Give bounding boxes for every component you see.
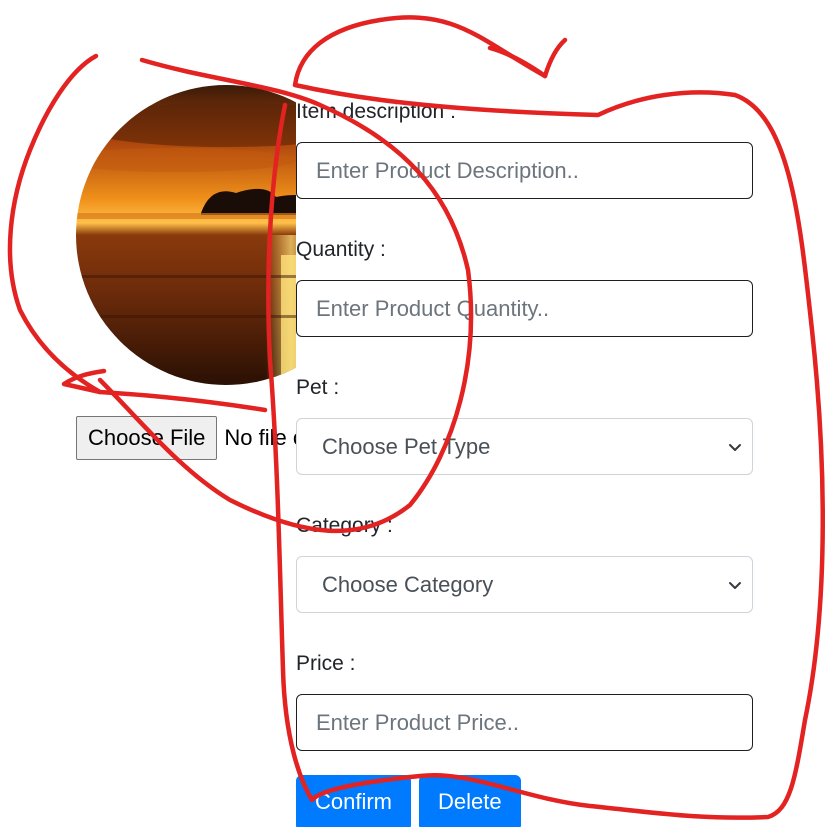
quantity-group: Quantity : Enter Product Quantity.. (296, 238, 753, 376)
choose-file-button[interactable]: Choose File (76, 416, 218, 460)
price-input[interactable]: Enter Product Price.. (296, 694, 753, 751)
pet-label: Pet : (296, 376, 340, 399)
category-group: Category : Choose Category (296, 514, 753, 652)
form-actions: Confirm Delete (296, 775, 521, 827)
chevron-down-icon (729, 581, 741, 589)
description-input[interactable]: Enter Product Description.. (296, 142, 753, 199)
product-form: Item description : Enter Product Descrip… (296, 100, 753, 790)
description-placeholder: Enter Product Description.. (316, 157, 579, 183)
pet-select[interactable]: Choose Pet Type (296, 418, 753, 475)
category-label: Category : (296, 514, 393, 537)
quantity-input[interactable]: Enter Product Quantity.. (296, 280, 753, 337)
category-select[interactable]: Choose Category (296, 556, 753, 613)
category-selected-value: Choose Category (322, 571, 494, 597)
price-placeholder: Enter Product Price.. (316, 709, 519, 735)
quantity-label: Quantity : (296, 238, 386, 261)
quantity-placeholder: Enter Product Quantity.. (316, 295, 550, 321)
page: Choose File No file chosen Item descript… (0, 0, 830, 827)
price-group: Price : Enter Product Price.. (296, 652, 753, 790)
description-group: Item description : Enter Product Descrip… (296, 100, 753, 238)
description-label: Item description : (296, 100, 456, 123)
price-label: Price : (296, 652, 356, 675)
pet-selected-value: Choose Pet Type (322, 433, 491, 459)
confirm-button[interactable]: Confirm (296, 775, 412, 827)
chevron-down-icon (729, 443, 741, 451)
delete-button[interactable]: Delete (419, 775, 521, 827)
pet-group: Pet : Choose Pet Type (296, 376, 753, 514)
